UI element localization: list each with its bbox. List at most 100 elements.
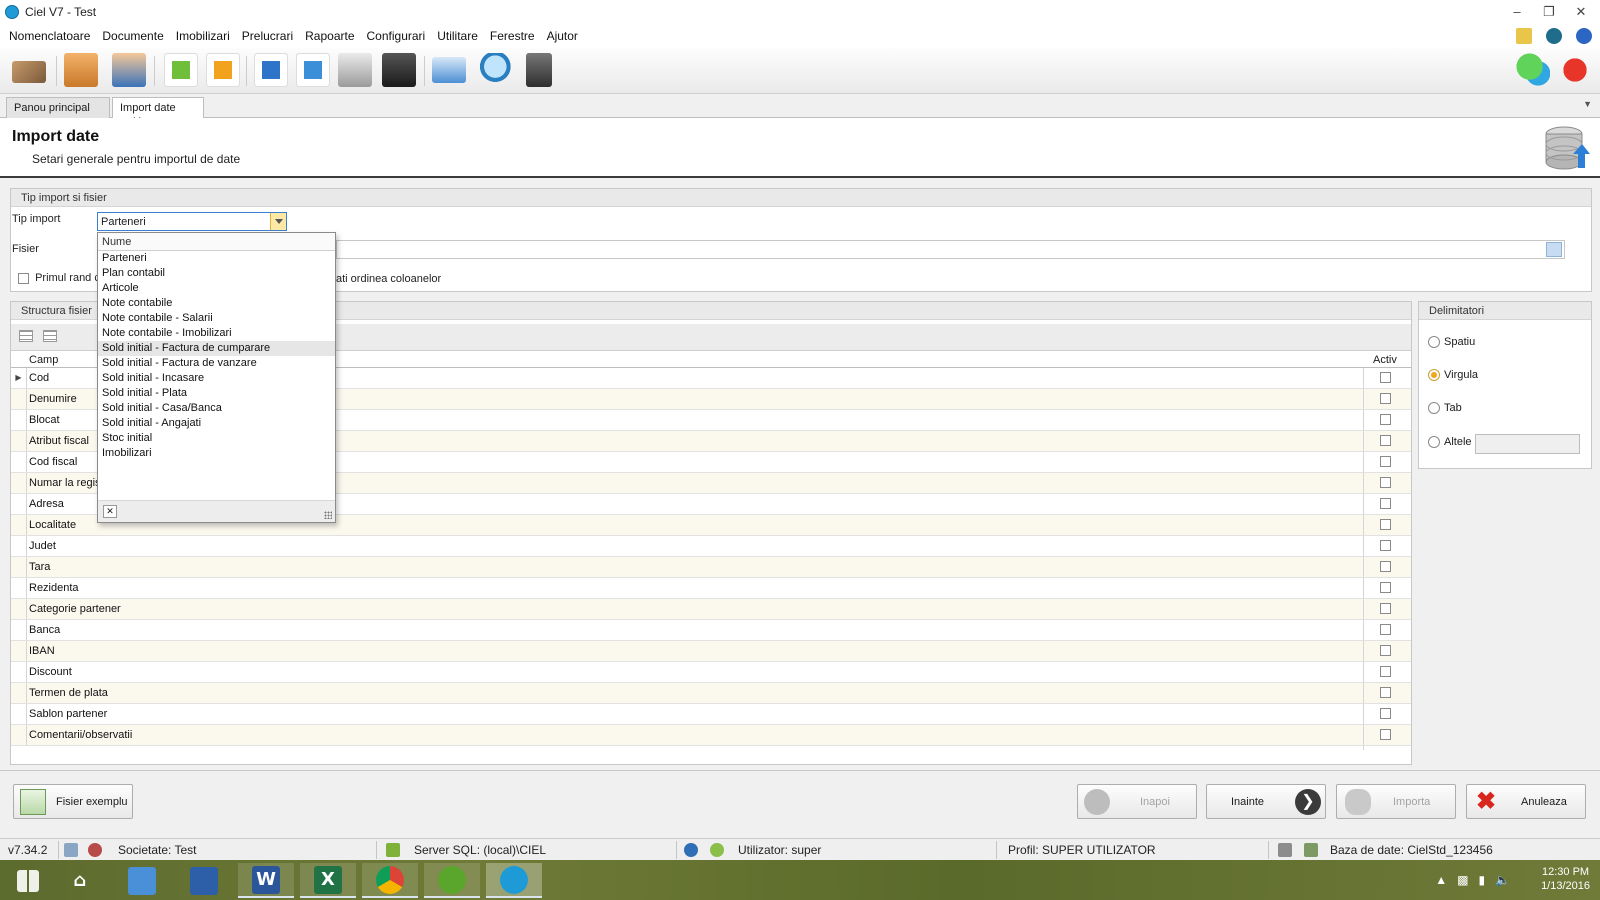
menu-documente[interactable]: Documente	[96, 29, 169, 43]
dropdown-option[interactable]: Note contabile - Salarii	[98, 311, 335, 326]
dropdown-option[interactable]: Stoc initial	[98, 431, 335, 446]
table-row[interactable]: Comentarii/observatii	[11, 725, 1411, 746]
browse-folder-icon[interactable]	[1546, 242, 1562, 257]
table-row[interactable]: Judet	[11, 536, 1411, 557]
taskbar-word[interactable]: W	[238, 863, 294, 898]
activ-checkbox[interactable]	[1380, 708, 1391, 719]
dropdown-option[interactable]: Sold initial - Incasare	[98, 371, 335, 386]
column-header-camp[interactable]: Camp	[29, 354, 58, 366]
radio-tab[interactable]: Tab	[1428, 402, 1462, 415]
users-icon[interactable]	[112, 53, 146, 87]
row-selector[interactable]	[11, 578, 27, 598]
menu-ferestre[interactable]: Ferestre	[484, 29, 541, 43]
row-selector[interactable]	[11, 662, 27, 682]
activ-checkbox[interactable]	[1380, 582, 1391, 593]
company-icon[interactable]	[88, 843, 102, 857]
dropdown-option[interactable]: Sold initial - Factura de vanzare	[98, 356, 335, 371]
database-list-icon[interactable]	[1304, 843, 1318, 857]
dropdown-arrow-icon[interactable]	[270, 213, 286, 230]
upload-document-icon[interactable]	[254, 53, 288, 87]
dropdown-option[interactable]: Sold initial - Plata	[98, 386, 335, 401]
row-selector[interactable]	[11, 704, 27, 724]
importa-button[interactable]: Importa	[1336, 784, 1456, 819]
dropdown-option[interactable]: Sold initial - Factura de cumparare	[98, 341, 335, 356]
menu-imobilizari[interactable]: Imobilizari	[170, 29, 236, 43]
taskbar-excel[interactable]: X	[300, 863, 356, 898]
radio-button-selected[interactable]	[1428, 369, 1440, 382]
database-icon[interactable]	[1278, 843, 1292, 857]
table-row[interactable]: Tara	[11, 557, 1411, 578]
search-report-icon[interactable]	[480, 53, 514, 87]
table-row[interactable]: Banca	[11, 620, 1411, 641]
sync-status-icon[interactable]	[64, 843, 78, 857]
radio-button[interactable]	[1428, 402, 1440, 415]
inainte-button[interactable]: Inainte ❯	[1206, 784, 1326, 819]
column-header-activ[interactable]: Activ	[1373, 354, 1397, 366]
dropdown-option[interactable]: Parteneri	[98, 251, 335, 266]
first-row-header-checkbox[interactable]: Primul rand co	[18, 272, 106, 284]
start-button[interactable]	[0, 863, 56, 898]
ciel-online-icon[interactable]	[1558, 53, 1592, 87]
restore-button[interactable]: ❐	[1538, 3, 1560, 21]
calendar-icon[interactable]	[1516, 28, 1532, 44]
taskbar-computer[interactable]	[176, 863, 232, 898]
minimize-button[interactable]: –	[1506, 3, 1528, 21]
radio-button[interactable]	[1428, 336, 1440, 349]
activ-checkbox[interactable]	[1380, 414, 1391, 425]
row-selector[interactable]	[11, 389, 27, 409]
row-selector[interactable]	[11, 473, 27, 493]
activ-checkbox[interactable]	[1380, 498, 1391, 509]
dropdown-option[interactable]: Imobilizari	[98, 446, 335, 461]
row-selector[interactable]	[11, 431, 27, 451]
activ-checkbox[interactable]	[1380, 561, 1391, 572]
volume-muted-icon[interactable]: 🔈	[1495, 873, 1510, 887]
row-selector[interactable]	[11, 515, 27, 535]
help-icon[interactable]	[1576, 28, 1592, 44]
row-selector[interactable]	[11, 683, 27, 703]
clipboard-icon[interactable]	[64, 53, 98, 87]
calculator-icon[interactable]	[526, 53, 552, 87]
activ-checkbox[interactable]	[1380, 456, 1391, 467]
fiscal-printer-icon[interactable]	[382, 53, 416, 87]
menu-rapoarte[interactable]: Rapoarte	[299, 29, 360, 43]
activ-checkbox[interactable]	[1380, 393, 1391, 404]
table-row[interactable]: IBAN	[11, 641, 1411, 662]
activ-checkbox[interactable]	[1380, 372, 1391, 383]
table-row[interactable]: Categorie partener	[11, 599, 1411, 620]
tab-panou-principal[interactable]: Panou principal	[6, 97, 110, 118]
fisier-exemplu-button[interactable]: Fisier exemplu	[13, 784, 133, 819]
row-selector[interactable]	[11, 599, 27, 619]
inapoi-button[interactable]: Inapoi	[1077, 784, 1197, 819]
row-selector[interactable]	[11, 536, 27, 556]
radio-altele[interactable]: Altele	[1428, 436, 1472, 449]
row-selector[interactable]	[11, 620, 27, 640]
checkbox[interactable]	[18, 272, 29, 284]
table-row[interactable]: Discount	[11, 662, 1411, 683]
table-row[interactable]: Rezidenta	[11, 578, 1411, 599]
close-window-button[interactable]: ✕	[1570, 3, 1592, 21]
network-icon[interactable]: ▩	[1457, 873, 1468, 887]
tab-import-date[interactable]: Import date ✕	[112, 97, 204, 128]
anuleaza-button[interactable]: ✖ Anuleaza	[1466, 784, 1586, 819]
table-row[interactable]: Sablon partener	[11, 704, 1411, 725]
taskbar-control-panel[interactable]	[114, 863, 170, 898]
chat-icon[interactable]	[1516, 53, 1550, 87]
activ-checkbox[interactable]	[1380, 435, 1391, 446]
dropdown-option[interactable]: Articole	[98, 281, 335, 296]
activ-checkbox[interactable]	[1380, 603, 1391, 614]
activ-checkbox[interactable]	[1380, 477, 1391, 488]
print-icon[interactable]	[432, 57, 466, 83]
cash-register-icon[interactable]	[338, 53, 372, 87]
clock[interactable]: 12:30 PM 1/13/2016	[1541, 862, 1590, 892]
taskbar-ciel[interactable]	[486, 863, 542, 898]
dropdown-option[interactable]: Sold initial - Casa/Banca	[98, 401, 335, 416]
resize-grip-icon[interactable]	[324, 511, 332, 519]
expand-all-icon[interactable]	[19, 330, 33, 342]
menu-utilitare[interactable]: Utilitare	[431, 29, 484, 43]
row-selector[interactable]	[11, 557, 27, 577]
tip-import-select[interactable]: Parteneri	[97, 212, 287, 231]
clear-selection-icon[interactable]: ✕	[103, 505, 117, 518]
row-selector[interactable]: ▶	[11, 368, 27, 388]
row-selector[interactable]	[11, 725, 27, 745]
taskbar-cloud-app[interactable]	[424, 863, 480, 898]
